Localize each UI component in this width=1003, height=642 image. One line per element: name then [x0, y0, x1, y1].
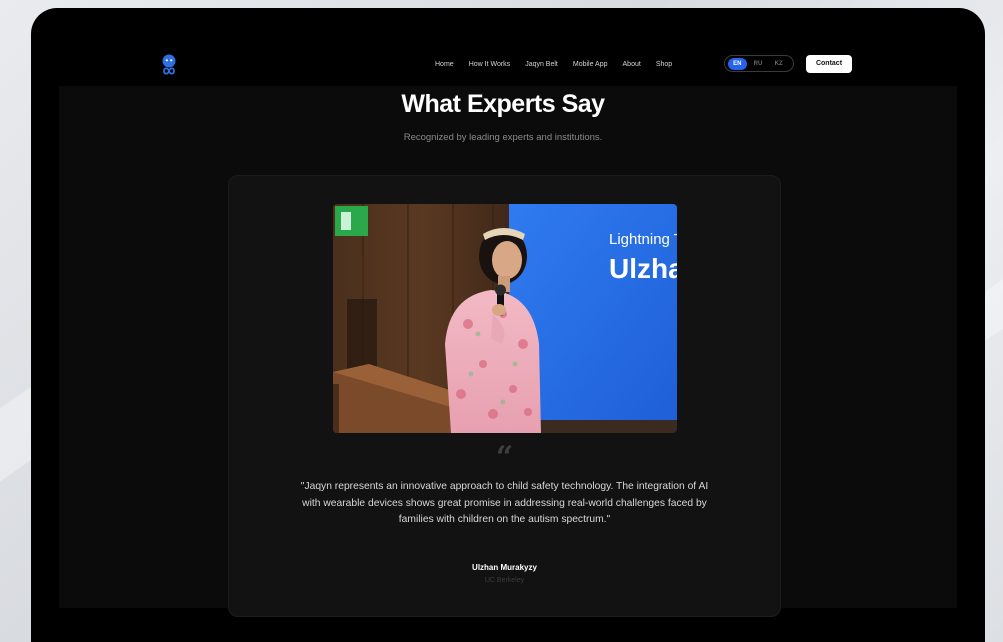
- screen-text-line1: Lightning To: [609, 231, 677, 248]
- speaker-photo: Lightning To Ulzha: [333, 204, 677, 433]
- quote-icon: “: [495, 440, 514, 475]
- nav-link-shop[interactable]: Shop: [656, 60, 672, 70]
- nav-link-how-it-works[interactable]: How It Works: [469, 60, 511, 70]
- section-subtitle: Recognized by leading experts and instit…: [403, 132, 603, 143]
- main-nav: Home How It Works Jaqyn Belt Mobile App …: [435, 60, 687, 70]
- nav-link-home[interactable]: Home: [435, 60, 454, 70]
- lang-option-kz[interactable]: KZ: [769, 58, 788, 70]
- testimonial-author: Ulzhan Murakyzy: [472, 563, 537, 572]
- laptop-frame: Home How It Works Jaqyn Belt Mobile App …: [31, 8, 985, 642]
- screen-text-line2: Ulzha: [609, 253, 677, 284]
- testimonial-quote: "Jaqyn represents an innovative approach…: [300, 481, 709, 525]
- nav-link-jaqyn-belt[interactable]: Jaqyn Belt: [525, 60, 558, 70]
- contact-button[interactable]: Contact: [806, 55, 852, 73]
- language-switcher: EN RU KZ: [724, 55, 794, 72]
- lang-option-en[interactable]: EN: [728, 57, 747, 70]
- testimonial-affiliation: UC Berkeley: [484, 577, 525, 584]
- testimonial-card: Lightning To Ulzha: [228, 175, 781, 617]
- jaqyn-logo-icon[interactable]: [159, 54, 179, 76]
- nav-link-mobile-app[interactable]: Mobile App: [573, 60, 608, 70]
- section-title: What Experts Say: [401, 90, 605, 118]
- nav-link-about[interactable]: About: [623, 60, 641, 70]
- lang-option-ru[interactable]: RU: [749, 58, 768, 70]
